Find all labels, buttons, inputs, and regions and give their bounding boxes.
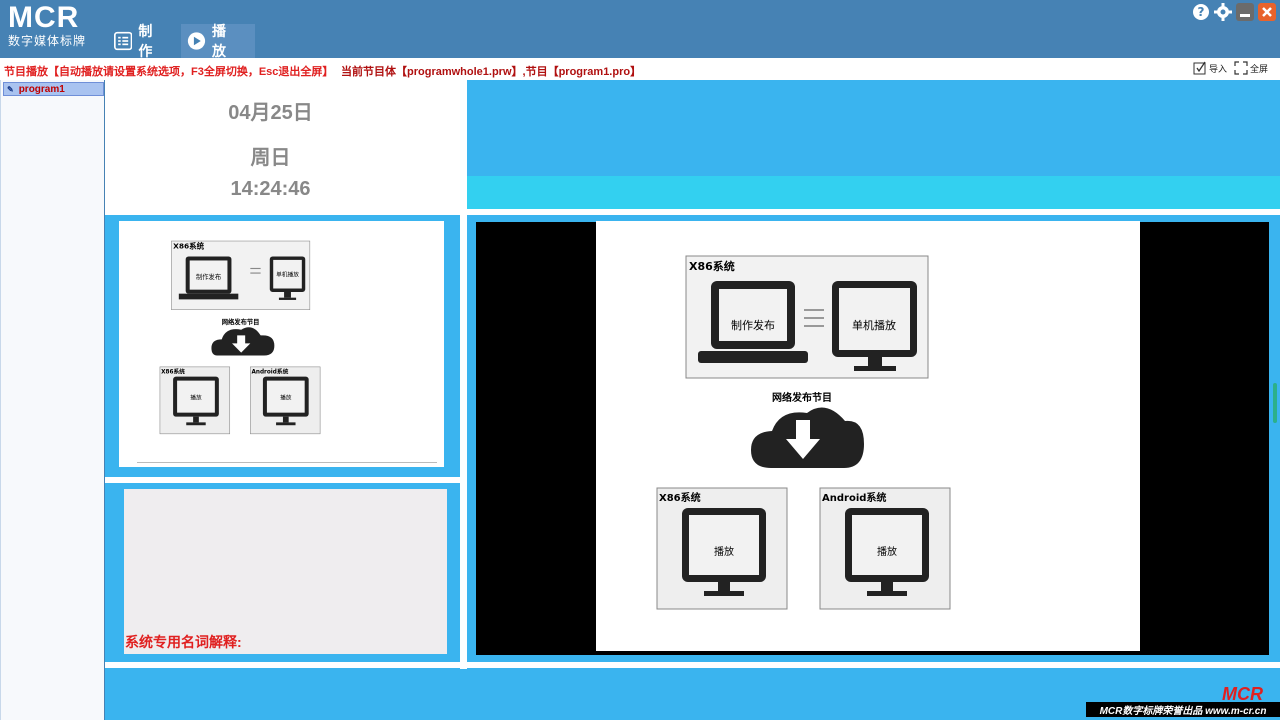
play-menu-button[interactable]: 播 放 — [181, 23, 255, 59]
play-menu-label: 播 放 — [211, 23, 232, 59]
make-menu-button[interactable]: 制 作 — [108, 23, 180, 59]
import-button[interactable]: 导入 — [1193, 61, 1227, 75]
help-icon: ? — [1193, 4, 1209, 20]
pencil-icon: ✎ — [7, 84, 14, 94]
gear-icon — [1214, 3, 1232, 21]
import-icon — [1193, 61, 1206, 75]
play-label-2: 播放 — [877, 545, 897, 558]
clock-panel: 04月25日 周日 14:24:46 — [105, 80, 466, 209]
divider — [105, 662, 1280, 668]
clock-date: 04月25日 — [228, 102, 313, 124]
logo-text: MCR — [8, 1, 80, 34]
thumb-x86-label: X86系统 — [173, 240, 204, 250]
window-controls: ? — [1192, 3, 1276, 21]
x86-system-label: X86系统 — [689, 259, 735, 273]
standalone-play-label: 单机播放 — [852, 318, 896, 332]
program-list: ✎ program1 — [0, 80, 105, 720]
list-item-label: program1 — [18, 83, 65, 95]
footer-credit: MCR数字标牌荣誉出品 www.m-cr.cn — [1086, 702, 1280, 717]
system-diagram-thumbnail: X86系统 制作发布 单机播放 网络发布节目 X86系统 播放 Android系… — [159, 240, 321, 435]
svg-text:?: ? — [1198, 5, 1205, 19]
fullscreen-label: 全屏 — [1250, 63, 1269, 74]
clock-weekday: 周日 — [250, 147, 291, 169]
current-program-text: 当前节目体【programwhole1.prw】,节目【program1.pro… — [341, 66, 642, 78]
play-label-1: 播放 — [714, 545, 734, 558]
close-icon — [1262, 7, 1272, 17]
title-bar: MCR 数字媒体标牌 制 作 播 放 ? — [0, 0, 1280, 59]
fullscreen-button[interactable]: 全屏 — [1234, 61, 1268, 75]
system-diagram: X86系统 制作发布 单机播放 网络发布节目 X86系统 播放 Android系… — [656, 255, 951, 610]
app-logo: MCR 数字媒体标牌 — [8, 1, 87, 49]
make-publish-label: 制作发布 — [731, 318, 775, 332]
divider — [105, 477, 467, 483]
help-button[interactable]: ? — [1192, 3, 1210, 21]
status-row: 节目播放【自动播放请设置系统选项，F3全屏切换，Esc退出全屏】 当前节目体【p… — [0, 58, 1280, 80]
network-publish-label: 网络发布节目 — [772, 391, 832, 404]
thumb-network-label: 网络发布节目 — [222, 317, 260, 326]
thumbnail-panel: X86系统 制作发布 单机播放 网络发布节目 X86系统 播放 Android系… — [119, 221, 444, 467]
android-system-label: Android系统 — [822, 491, 886, 504]
divider — [137, 462, 437, 463]
cyan-band — [467, 176, 1280, 209]
list-icon — [114, 31, 133, 51]
divider — [460, 209, 467, 669]
x86-system-label-2: X86系统 — [659, 491, 701, 504]
program-stage: 04月25日 周日 14:24:46 X86系统 制作发布 单机播放 网络发布节… — [105, 80, 1280, 720]
preview-slide: X86系统 制作发布 单机播放 网络发布节目 X86系统 播放 Android系… — [596, 221, 1140, 651]
play-icon — [187, 32, 206, 50]
clock-time: 14:24:46 — [230, 178, 311, 200]
divider — [105, 209, 1280, 215]
close-button[interactable] — [1258, 3, 1276, 21]
glossary-panel — [124, 489, 447, 654]
import-label: 导入 — [1209, 63, 1228, 74]
glossary-label: 系统专用名词解释: — [125, 634, 242, 650]
list-item[interactable]: ✎ program1 — [3, 82, 104, 96]
minimize-button[interactable] — [1236, 3, 1254, 21]
settings-button[interactable] — [1214, 3, 1232, 21]
minimize-icon — [1240, 14, 1250, 17]
blue-region — [467, 80, 1280, 176]
logo-subtitle: 数字媒体标牌 — [8, 34, 87, 48]
play-hint-text: 节目播放【自动播放请设置系统选项，F3全屏切换，Esc退出全屏】 — [4, 66, 334, 78]
scroll-handle[interactable] — [1273, 383, 1277, 423]
make-menu-label: 制 作 — [138, 23, 159, 59]
fullscreen-icon — [1234, 61, 1248, 75]
